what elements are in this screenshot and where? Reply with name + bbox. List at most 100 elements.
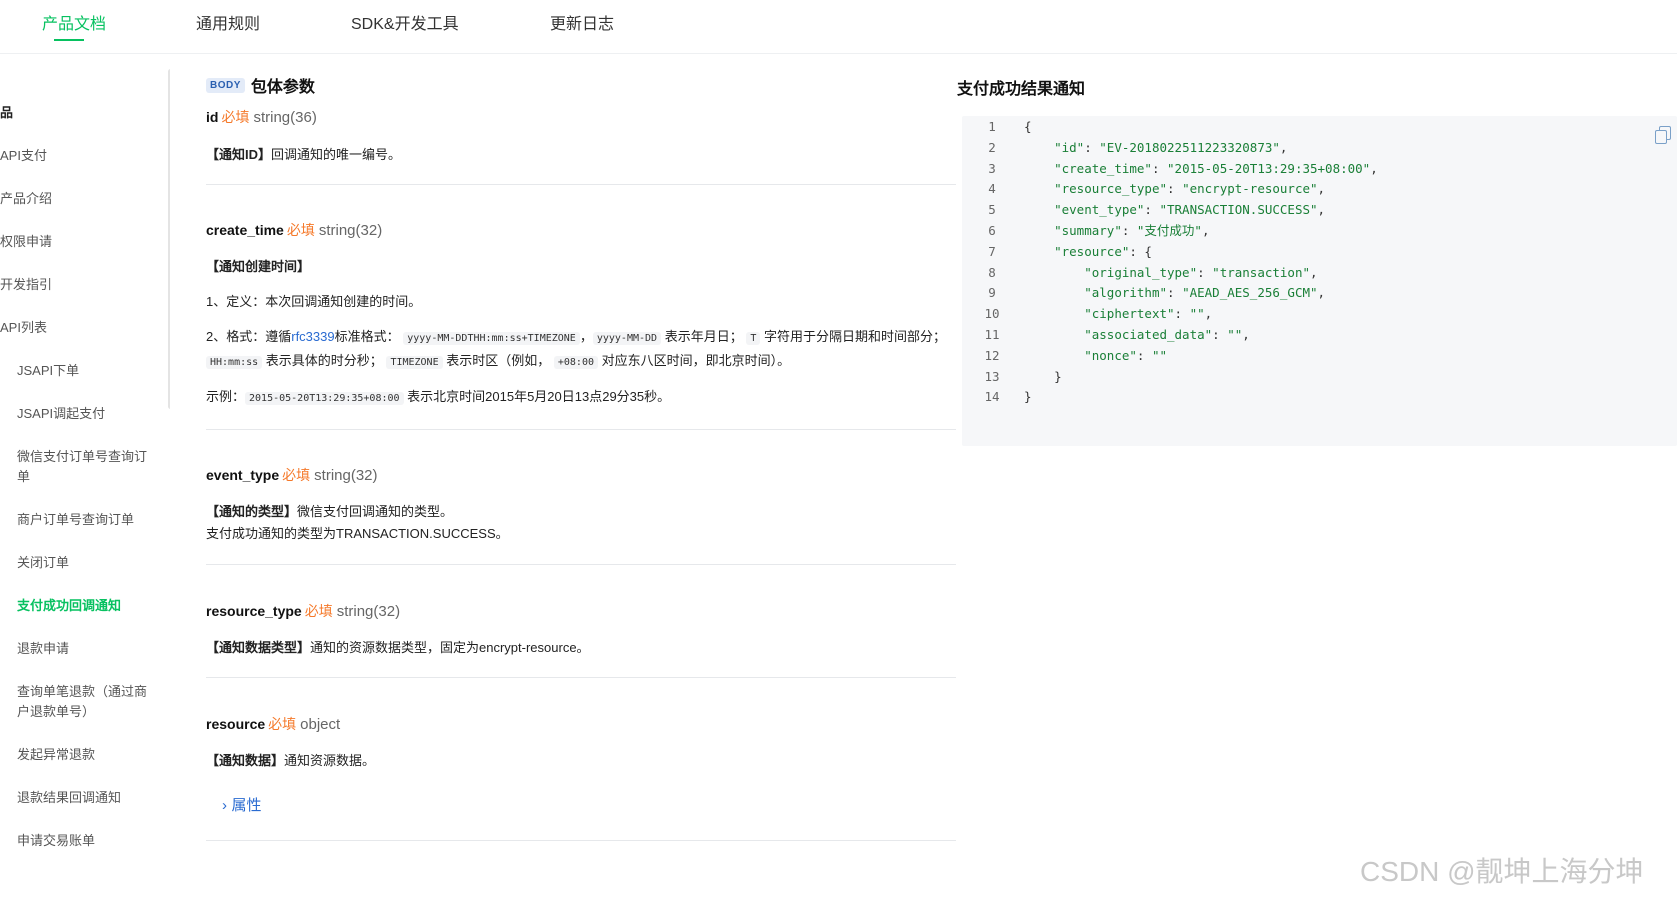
- code-text: "associated_data": "",: [1084, 327, 1250, 342]
- text: 2、格式：遵循: [206, 329, 292, 344]
- line-number: 5: [988, 202, 996, 218]
- properties-label[interactable]: 属性: [231, 797, 261, 814]
- code-text: "ciphertext": "",: [1084, 306, 1213, 322]
- sidebar-item-jsapi-order[interactable]: JSAPI下单: [17, 361, 147, 381]
- rfc3339-link[interactable]: rfc3339: [291, 329, 334, 344]
- line-number: 9: [988, 285, 996, 301]
- code-line: 8 "original_type": "transaction",: [962, 262, 1677, 284]
- sidebar-item-permission[interactable]: 权限申请: [0, 232, 52, 252]
- code-line: 4 "resource_type": "encrypt-resource",: [962, 178, 1677, 200]
- divider: [206, 184, 956, 185]
- tab-general-rules[interactable]: 通用规则: [196, 10, 260, 34]
- param-type: string(36): [253, 109, 317, 126]
- top-navigation: 产品文档 通用规则 SDK&开发工具 更新日志: [0, 0, 1677, 54]
- sidebar-scrollbar[interactable]: [168, 69, 170, 409]
- chevron-right-icon[interactable]: ›: [222, 797, 227, 814]
- code-block: 1{2 "id": "EV-2018022511223320873", 3 "cr…: [962, 116, 1677, 446]
- sidebar-item-jsapi-invoke[interactable]: JSAPI调起支付: [17, 404, 147, 424]
- param-desc-label: 【通知的类型】: [206, 504, 298, 519]
- line-number: 7: [988, 243, 996, 259]
- sidebar-item-close-order[interactable]: 关闭订单: [17, 553, 147, 573]
- required-label: 必填: [282, 467, 311, 483]
- sidebar-item-abnormal-refund[interactable]: 发起异常退款: [17, 745, 147, 765]
- param-desc-text: 微信支付回调通知的类型。: [297, 504, 454, 519]
- line-number: 3: [988, 160, 996, 176]
- sidebar-item-api-list[interactable]: API列表: [0, 318, 47, 338]
- code-line: 12 "nonce": "": [962, 345, 1677, 367]
- param-name-line: event_type 必填 string(32): [206, 464, 956, 487]
- example-title: 支付成功结果通知: [957, 81, 1086, 98]
- sidebar-item-query-by-wx-id[interactable]: 微信支付订单号查询订单: [17, 447, 147, 487]
- code-line: 9 "algorithm": "AEAD_AES_256_GCM",: [962, 282, 1677, 304]
- param-desc-label: 【通知数据】: [206, 753, 285, 768]
- tab-sdk-tools[interactable]: SDK&开发工具: [351, 10, 459, 34]
- param-desc-label: 【通知数据类型】: [206, 640, 311, 655]
- active-tab-indicator: [54, 39, 84, 41]
- param-id: id 必填 string(36) 【通知ID】回调通知的唯一编号。: [206, 106, 956, 166]
- sidebar-item-refund-notify[interactable]: 退款结果回调通知: [17, 788, 147, 808]
- param-desc: 【通知数据类型】通知的资源数据类型，固定为encrypt-resource。: [206, 637, 956, 659]
- param-desc-label: 【通知创建时间】: [206, 259, 311, 274]
- code-line: 6 "summary": "支付成功",: [962, 220, 1677, 242]
- param-desc: 【通知的类型】微信支付回调通知的类型。: [206, 501, 956, 523]
- param-name: event_type: [206, 467, 280, 483]
- param-name-line: id 必填 string(36): [206, 106, 956, 129]
- tab-product-docs[interactable]: 产品文档: [42, 10, 106, 34]
- sidebar-item-query-refund[interactable]: 查询单笔退款（通过商户退款单号）: [17, 682, 147, 722]
- param-desc-definition: 1、定义：本次回调通知创建的时间。: [206, 294, 422, 309]
- param-create-time: create_time 必填 string(32) 【通知创建时间】 1、定义：本次…: [206, 219, 956, 410]
- param-type: string(32): [314, 467, 378, 484]
- line-number: 11: [984, 327, 1000, 342]
- param-type: string(32): [336, 603, 401, 620]
- param-resource: resource 必填 object 【通知数据】通知资源数据。 › 属性: [206, 713, 956, 815]
- line-number: 2: [988, 139, 996, 155]
- param-name-line: create_time 必填 string(32): [206, 219, 956, 242]
- param-name-line: resource_type 必填 string(32): [206, 600, 956, 623]
- tab-changelog[interactable]: 更新日志: [550, 10, 614, 34]
- sidebar-item-trade-bill[interactable]: 申请交易账单: [17, 831, 147, 851]
- param-desc-example: 示例： 2015-05-20T13:29:35+08:00 表示北京时间2015年…: [206, 386, 956, 410]
- sidebar-item-query-by-merchant-id[interactable]: 商户订单号查询订单: [17, 510, 147, 530]
- divider: [206, 677, 956, 678]
- sidebar-item-dev-guide[interactable]: 开发指引: [0, 275, 52, 295]
- param-desc: 【通知数据】通知资源数据。: [206, 750, 956, 772]
- line-number: 1: [988, 119, 996, 134]
- required-label: 必填: [221, 109, 250, 125]
- sidebar-item-refund-apply[interactable]: 退款申请: [17, 639, 147, 659]
- code-line: 10 "ciphertext": "",: [962, 303, 1677, 325]
- sidebar-item-api-pay[interactable]: API支付: [0, 146, 47, 166]
- param-desc-extra: 支付成功通知的类型为TRANSACTION.SUCCESS。: [206, 526, 509, 541]
- code-line: 1{: [962, 116, 1677, 138]
- code-offset: +08:00: [553, 356, 598, 369]
- doc-content: BODY 包体参数 id 必填 string(36) 【通知ID】回调通知的唯一编号…: [206, 55, 956, 901]
- param-type: object: [300, 716, 341, 733]
- text: 字符用于分隔日期和时间部分；: [763, 329, 946, 344]
- text: 示例：: [206, 389, 246, 404]
- code-text: {: [1024, 119, 1032, 134]
- code-line: 14}: [962, 386, 1677, 408]
- code-text: "event_type": "TRANSACTION.SUCCESS",: [1054, 202, 1326, 218]
- required-label: 必填: [268, 716, 297, 732]
- divider: [206, 429, 956, 430]
- code-line: 3 "create_time": "2015-05-20T13:29:35+08…: [962, 158, 1677, 180]
- divider: [206, 564, 956, 565]
- sidebar-item-intro[interactable]: 产品介绍: [0, 189, 52, 209]
- line-number: 10: [984, 306, 1000, 322]
- properties-toggle[interactable]: › 属性: [222, 794, 956, 815]
- section-header: BODY 包体参数: [206, 73, 315, 97]
- code-time: HH:mm:ss: [206, 356, 263, 369]
- sidebar-item-product[interactable]: 品: [0, 103, 13, 123]
- sidebar-item-pay-success-notify[interactable]: 支付成功回调通知: [17, 596, 147, 616]
- code-line: 11 "associated_data": "",: [962, 324, 1677, 346]
- param-name: resource: [206, 716, 266, 732]
- text: 表示北京时间2015年5月20日13点29分35秒。: [407, 389, 671, 404]
- code-format: yyyy-MM-DDTHH:mm:ss+TIMEZONE: [403, 332, 580, 345]
- param-name: create_time: [206, 222, 284, 238]
- code-timezone: TIMEZONE: [386, 356, 443, 369]
- code-example: 2015-05-20T13:29:35+08:00: [245, 392, 404, 405]
- text: 表示具体的时分秒；: [265, 353, 383, 368]
- code-text: "id": "EV-2018022511223320873",: [1054, 139, 1288, 155]
- code-text: }: [1024, 368, 1062, 384]
- line-number: 8: [988, 264, 996, 280]
- required-label: 必填: [304, 603, 333, 619]
